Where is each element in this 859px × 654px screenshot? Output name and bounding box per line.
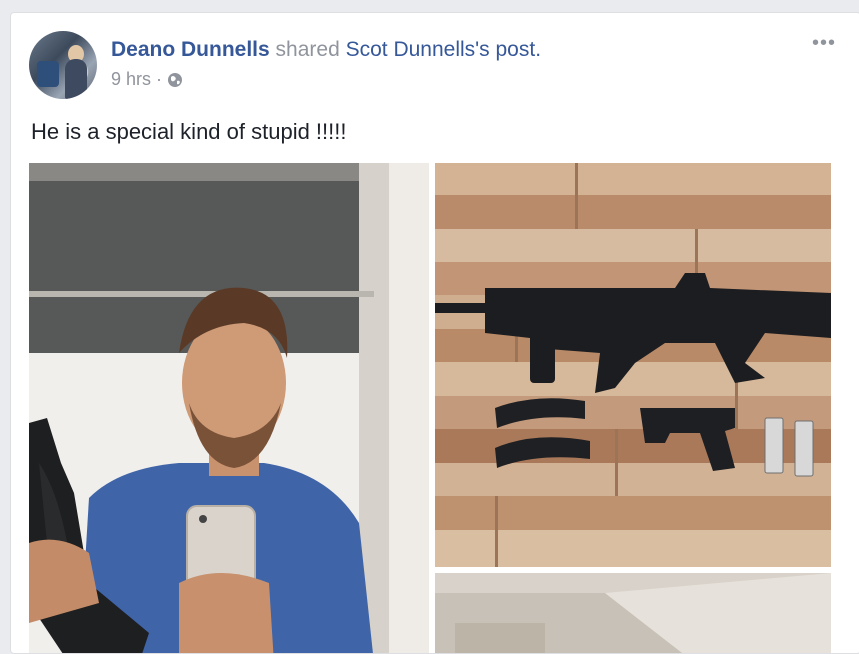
firearms-on-wood-photo[interactable]: [435, 163, 831, 567]
selfie-photo[interactable]: [29, 163, 429, 653]
author-name-link[interactable]: Deano Dunnells: [111, 38, 270, 61]
shared-text: shared: [269, 38, 346, 61]
more-options-icon[interactable]: •••: [812, 33, 836, 53]
avatar-figure-left: [37, 61, 59, 87]
avatar-figure-body: [65, 59, 87, 99]
original-post-link[interactable]: post.: [490, 38, 542, 61]
selfie-photo-image: [29, 163, 429, 653]
post-header: Deano Dunnells shared Scot Dunnells's po…: [111, 37, 541, 63]
post-timestamp[interactable]: 9 hrs: [111, 69, 151, 90]
third-photo-image: [435, 573, 831, 653]
post-meta: 9 hrs ·: [111, 69, 183, 90]
author-avatar[interactable]: [29, 31, 97, 99]
firearms-photo-image: [435, 163, 831, 567]
meta-separator: ·: [156, 69, 163, 89]
third-photo-partial[interactable]: [435, 573, 831, 653]
original-author-link[interactable]: Scot Dunnells's: [346, 38, 490, 61]
post-body-text: He is a special kind of stupid !!!!!: [31, 119, 347, 144]
feed-post-card: Deano Dunnells shared Scot Dunnells's po…: [10, 12, 859, 654]
globe-icon[interactable]: [167, 72, 183, 88]
